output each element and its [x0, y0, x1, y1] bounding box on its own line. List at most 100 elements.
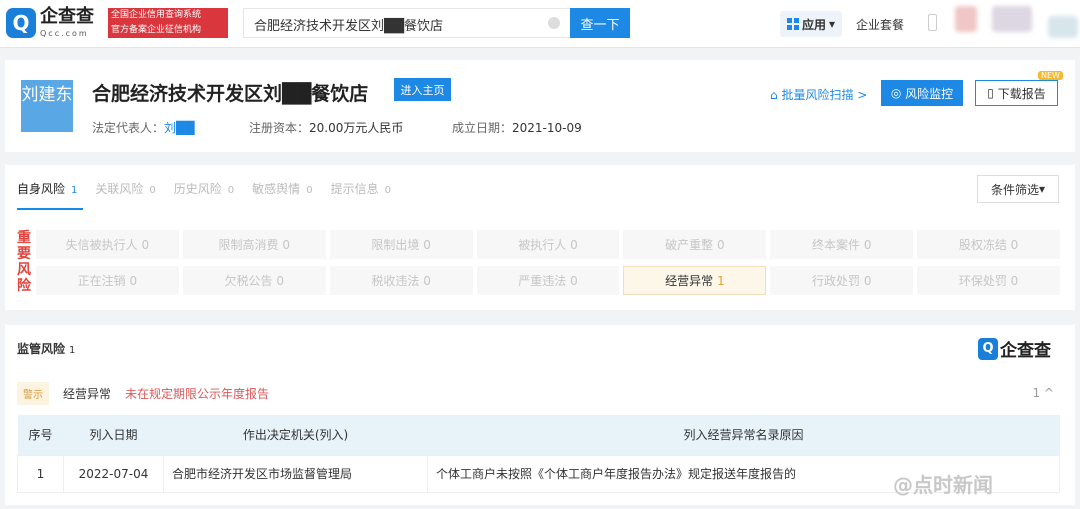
risk-item[interactable]: 严重违法 0 [476, 266, 620, 295]
risk-item-label: 破产重整 [665, 238, 714, 252]
batch-scan-label: 批量风险扫描 > [781, 88, 868, 102]
tab-count: 0 [227, 185, 235, 196]
risk-item[interactable]: 破产重整 0 [623, 230, 767, 259]
tab-sensitive-news[interactable]: 敏感舆情 0 [252, 180, 312, 197]
document-icon: ▯ [987, 86, 998, 100]
risk-type: 经营异常 [63, 386, 112, 401]
tab-history-risk[interactable]: 历史风险 0 [174, 180, 234, 197]
risk-monitor-button[interactable]: ◎ 风险监控 [881, 80, 963, 106]
registered-capital: 注册资本：20.00万元人民币 [249, 119, 403, 136]
mobile-icon[interactable] [928, 14, 937, 31]
search-input[interactable]: 合肥经济技术开发区刘██餐饮店 [243, 8, 570, 38]
cell-date: 2022-07-04 [63, 454, 164, 493]
logo-icon: Q [978, 337, 998, 360]
clear-icon[interactable] [548, 17, 560, 29]
tab-count: 0 [149, 185, 156, 196]
risk-item[interactable]: 限制高消费 0 [182, 230, 326, 259]
company-avatar: 刘建东 [21, 80, 73, 132]
tab-label: 敏感舆情 [252, 182, 301, 196]
logo-sub: Qcc.com [40, 29, 89, 38]
app-menu-button[interactable]: 应用 ▾ [780, 11, 842, 37]
filter-label: 条件筛选 [990, 182, 1039, 197]
risk-item-label: 欠税公告 [224, 274, 273, 288]
caret-down-icon: ▾ [1038, 182, 1046, 196]
risk-item[interactable]: 失信被执行人 0 [36, 230, 179, 259]
caret-down-icon: ▾ [828, 17, 836, 31]
logo-text: 企查查 [40, 6, 94, 27]
source-watermark: @点时新闻 [893, 473, 993, 497]
risk-item[interactable]: 终本案件 0 [770, 230, 914, 259]
legal-rep-label: 法定代表人： [92, 121, 165, 135]
risk-desc: 未在规定期限公示年度报告 [125, 386, 270, 401]
risk-item[interactable]: 欠税公告 0 [182, 266, 326, 295]
enter-homepage-button[interactable]: 进入主页 [394, 78, 451, 101]
risk-item-count: 0 [570, 273, 578, 288]
section-count: 1 [69, 345, 76, 356]
regulatory-title: 监管风险 1 [17, 340, 75, 357]
risk-item-label: 限制高消费 [218, 238, 279, 252]
download-report-button[interactable]: ▯ 下载报告 [975, 80, 1058, 106]
col-reason: 列入经营异常名录原因 [427, 415, 1060, 455]
monitor-label: 风险监控 [905, 86, 954, 101]
legal-rep-link[interactable]: 刘██ [164, 121, 194, 135]
risk-item-label: 股权冻结 [958, 238, 1007, 252]
tab-related-risk[interactable]: 关联风险 0 [95, 180, 155, 197]
abnormal-operation-header[interactable]: 警示 经营异常 未在规定期限公示年度报告 1 ^ [17, 378, 1060, 408]
risk-item-label: 正在注销 [77, 274, 126, 288]
qcc-logo[interactable]: Q 企查查 Qcc.com [6, 8, 94, 38]
risk-item-count: 0 [423, 273, 431, 288]
capital-label: 注册资本： [249, 121, 310, 135]
notification-icon[interactable] [955, 6, 977, 32]
active-tab-underline [17, 208, 83, 210]
risk-item[interactable]: 税收违法 0 [329, 266, 473, 295]
risk-item[interactable]: 正在注销 0 [36, 266, 179, 295]
tab-self-risk[interactable]: 自身风险 1 [17, 180, 77, 197]
package-link[interactable]: 企业套餐 [856, 16, 904, 33]
top-header: Q 企查查 Qcc.com 全国企业信用查询系统 官方备案企业征信机构 合肥经济技术… [0, 0, 1080, 48]
user-menu[interactable] [1048, 16, 1078, 38]
filter-dropdown[interactable]: 条件筛选 ▾ [977, 175, 1059, 203]
tab-label: 历史风险 [173, 182, 222, 196]
risk-item-count: 0 [863, 237, 872, 252]
risk-item-count: 0 [282, 237, 291, 252]
collapse-toggle[interactable]: 1 ^ [1032, 386, 1054, 400]
risk-item-label: 行政处罚 [811, 274, 860, 288]
cell-authority: 合肥市经济开发区市场监督管理局 [163, 454, 428, 493]
new-badge: NEW [1038, 71, 1063, 80]
risk-item-count: 0 [276, 273, 285, 288]
risk-item-count: 0 [863, 273, 872, 288]
download-label: 下载报告 [997, 86, 1046, 101]
user-avatar[interactable] [992, 6, 1032, 32]
logo-icon: Q [6, 8, 36, 38]
search-button[interactable]: 查一下 [570, 8, 630, 38]
risk-item-count: 0 [716, 237, 725, 252]
app-menu-label: 应用 [801, 17, 826, 32]
risk-tabs: 自身风险 1 关联风险 0 历史风险 0 敏感舆情 0 提示信息 0 [17, 180, 391, 197]
risk-item-label: 被执行人 [518, 238, 567, 252]
risk-item[interactable]: 限制出境 0 [329, 230, 473, 259]
risk-item-label: 终本案件 [811, 238, 860, 252]
badge-line2: 官方备案企业征信机构 [111, 25, 202, 35]
tab-label: 关联风险 [95, 182, 144, 196]
legal-rep: 法定代表人：刘██ [92, 119, 194, 136]
tab-label: 提示信息 [330, 182, 379, 196]
founded-date: 成立日期：2021-10-09 [452, 119, 582, 136]
monitor-icon: ◎ [890, 86, 906, 100]
tab-count: 0 [384, 185, 391, 196]
risk-item[interactable]: 股权冻结 0 [917, 230, 1060, 259]
risk-item[interactable]: 被执行人 0 [476, 230, 620, 259]
capital-value: 20.00万元人民币 [309, 121, 404, 135]
risk-item-label: 环保处罚 [958, 274, 1007, 288]
badge-line1: 全国企业信用查询系统 [111, 10, 202, 20]
risk-item-count: 0 [1010, 237, 1019, 252]
risk-item[interactable]: 环保处罚 0 [917, 266, 1060, 295]
batch-scan-link[interactable]: ⌂ 批量风险扫描 > [770, 86, 867, 103]
warning-tag: 警示 [17, 381, 49, 405]
risk-item[interactable]: 行政处罚 0 [770, 266, 914, 295]
col-date: 列入日期 [63, 415, 164, 455]
risk-item-count: 0 [423, 237, 431, 252]
search-value: 合肥经济技术开发区刘██餐饮店 [254, 19, 443, 34]
tab-notice-info[interactable]: 提示信息 0 [331, 180, 391, 197]
risk-item[interactable]: 经营异常 1 [623, 266, 767, 295]
col-index: 序号 [17, 415, 64, 455]
